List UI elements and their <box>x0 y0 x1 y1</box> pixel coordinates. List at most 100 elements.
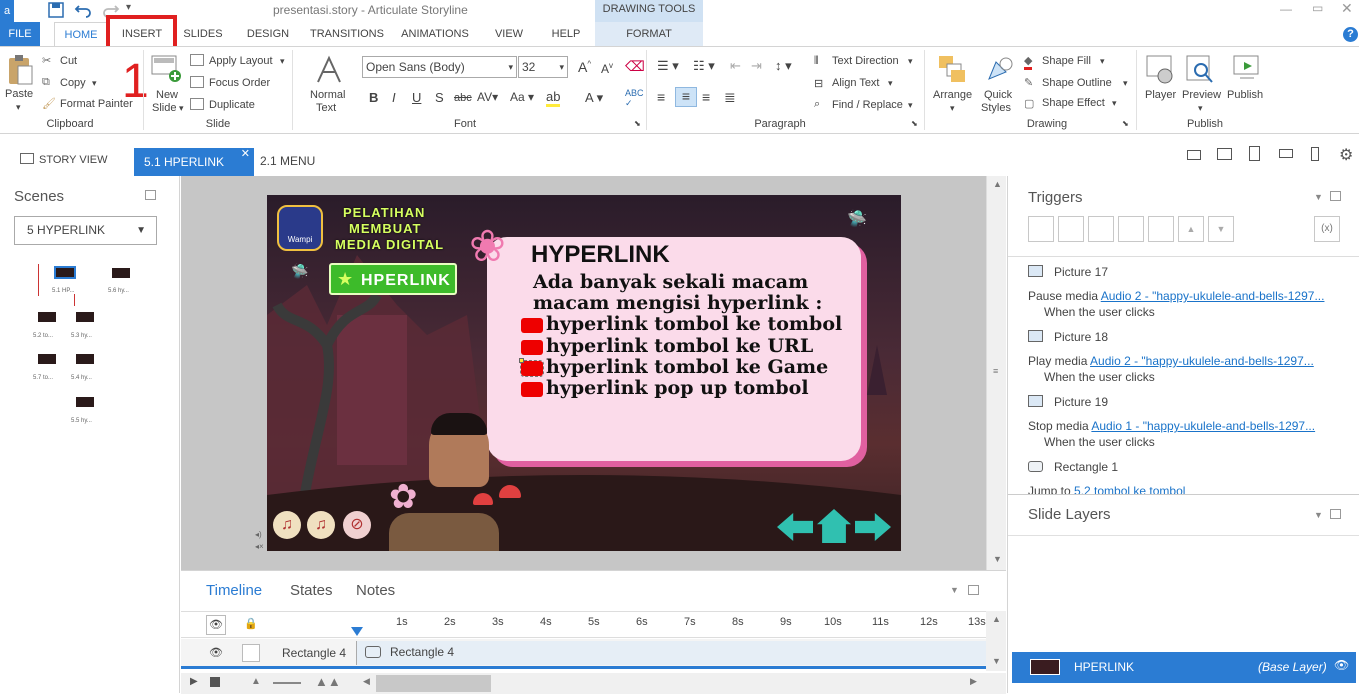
highlight-color-icon[interactable]: ab <box>546 89 561 107</box>
timeline-dropdown-icon[interactable]: ▼ <box>950 585 959 595</box>
list-bullet-selected[interactable] <box>520 360 544 377</box>
lock-toggle[interactable] <box>242 644 260 662</box>
play-media-button[interactable]: ♫ <box>307 511 335 539</box>
scene-select[interactable]: 5 HYPERLINK ▼ <box>14 216 157 245</box>
list-item-4[interactable]: hyperlink pop up tombol <box>546 377 809 399</box>
align-center-icon[interactable]: ≡ <box>675 87 697 107</box>
list-bullet[interactable] <box>521 382 543 397</box>
duplicate-button[interactable]: Duplicate <box>209 99 255 111</box>
quick-access-dropdown-icon[interactable]: ▾ <box>126 2 131 13</box>
tab-slides[interactable]: SLIDES <box>178 22 228 46</box>
list-bullet[interactable] <box>521 318 543 333</box>
paragraph-dialog-launcher-icon[interactable]: ⬊ <box>911 119 918 128</box>
tab-timeline[interactable]: Timeline <box>206 582 262 599</box>
scroll-down-icon[interactable]: ▼ <box>993 554 1002 564</box>
tab-view[interactable]: VIEW <box>488 22 530 46</box>
quick-styles-icon[interactable] <box>984 54 1014 84</box>
eye-icon[interactable]: 👁 <box>1334 658 1349 672</box>
align-text-button[interactable]: Align Text <box>832 77 880 89</box>
publish-button[interactable]: Publish <box>1227 89 1263 101</box>
trigger-object[interactable]: Picture 18 <box>1054 330 1108 344</box>
normal-text-label2[interactable]: Text <box>316 102 336 114</box>
find-replace-dropdown-icon[interactable]: ▾ <box>908 100 913 111</box>
trigger-target-link[interactable]: 5.2 tombol ke tombol <box>1074 484 1185 494</box>
cut-button[interactable]: Cut <box>60 55 77 67</box>
laptop-view-icon[interactable] <box>1187 150 1201 160</box>
edit-trigger-icon[interactable] <box>1058 216 1084 242</box>
trigger-action[interactable]: Pause media Audio 2 - "happy-ukulele-and… <box>1028 289 1324 303</box>
trigger-object[interactable]: Rectangle 1 <box>1054 460 1118 474</box>
list-item-2[interactable]: hyperlink tombol ke URL <box>546 335 813 357</box>
horizontal-scroll-thumb[interactable] <box>376 675 491 692</box>
tab-states[interactable]: States <box>290 582 333 599</box>
stop-icon[interactable] <box>210 677 220 687</box>
drawing-dialog-launcher-icon[interactable]: ⬊ <box>1122 119 1129 128</box>
scene-thumb[interactable] <box>112 268 130 278</box>
apply-layout-button[interactable]: Apply Layout <box>209 55 273 67</box>
scroll-down-icon[interactable]: ▼ <box>992 656 1001 666</box>
scene-thumb[interactable] <box>76 312 94 322</box>
tab-format[interactable]: FORMAT <box>595 22 703 46</box>
triggers-dropdown-icon[interactable]: ▼ <box>1314 192 1323 202</box>
tablet-landscape-icon[interactable] <box>1279 149 1293 158</box>
bold-icon[interactable]: B <box>369 90 378 105</box>
tab-home[interactable]: HOME <box>54 22 108 47</box>
trigger-target-link[interactable]: Audio 2 - "happy-ukulele-and-bells-1297.… <box>1090 354 1314 368</box>
tab-active-slide[interactable]: 5.1 HPERLINK ✕ <box>134 148 254 176</box>
player-icon[interactable] <box>1145 54 1175 86</box>
list-item-3[interactable]: hyperlink tombol ke Game <box>546 356 828 378</box>
panel-collapse-icon[interactable] <box>968 585 979 595</box>
trigger-object[interactable]: Picture 19 <box>1054 395 1108 409</box>
justify-icon[interactable]: ≣ <box>724 89 736 106</box>
shape-outline-dropdown-icon[interactable]: ▾ <box>1123 78 1128 89</box>
increase-indent-icon[interactable]: ⇥ <box>751 58 762 74</box>
restore-icon[interactable]: ▭ <box>1312 1 1323 15</box>
zoom-in-icon[interactable]: ▲▲ <box>315 674 341 689</box>
eye-icon[interactable]: 👁 <box>206 615 226 635</box>
horizontal-scroll-left-icon[interactable]: ◀ <box>363 676 370 687</box>
move-up-icon[interactable]: ▲ <box>1178 216 1204 242</box>
player-button[interactable]: Player <box>1145 89 1176 101</box>
tab-other-slide[interactable]: 2.1 MENU <box>260 154 315 168</box>
phone-view-icon[interactable] <box>1311 147 1319 161</box>
scene-thumb[interactable] <box>76 354 94 364</box>
layers-dropdown-icon[interactable]: ▼ <box>1314 510 1323 520</box>
shape-fill-button[interactable]: Shape Fill <box>1042 55 1091 67</box>
font-size-select[interactable]: 32 ▾ <box>518 56 568 78</box>
timeline-bar[interactable]: Rectangle 4 <box>356 641 986 665</box>
grow-font-icon[interactable]: A^ <box>578 59 591 75</box>
trigger-action[interactable]: Jump to 5.2 tombol ke tombol <box>1028 484 1185 494</box>
scroll-up-icon[interactable]: ▲ <box>992 614 1001 624</box>
shape-fill-dropdown-icon[interactable]: ▾ <box>1100 56 1105 67</box>
new-slide-icon[interactable] <box>150 54 182 84</box>
trigger-action[interactable]: Stop media Audio 1 - "happy-ukulele-and-… <box>1028 419 1315 433</box>
bullets-icon[interactable]: ☰ ▾ <box>657 58 679 74</box>
list-bullet[interactable] <box>521 340 543 355</box>
tablet-portrait-icon[interactable] <box>1249 146 1260 161</box>
delete-trigger-icon[interactable] <box>1148 216 1174 242</box>
quick-styles-label2[interactable]: Styles <box>981 102 1011 114</box>
zoom-out-icon[interactable]: ▲ <box>251 676 261 687</box>
font-family-select[interactable]: Open Sans (Body) ▾ <box>362 56 517 78</box>
preview-icon[interactable] <box>1185 54 1215 86</box>
find-replace-button[interactable]: Find / Replace <box>832 99 903 111</box>
character-spacing-icon[interactable]: AV▾ <box>477 90 498 104</box>
line-spacing-icon[interactable]: ↕ ▾ <box>775 58 792 74</box>
trigger-object[interactable]: Picture 17 <box>1054 265 1108 279</box>
tab-animations[interactable]: ANIMATIONS <box>396 22 474 46</box>
move-down-icon[interactable]: ▼ <box>1208 216 1234 242</box>
tab-design[interactable]: DESIGN <box>240 22 296 46</box>
new-slide-label2[interactable]: Slide <box>152 102 176 114</box>
text-direction-button[interactable]: Text Direction <box>832 55 899 67</box>
pause-media-button[interactable]: ♫ <box>273 511 301 539</box>
close-icon[interactable]: ✕ <box>1341 0 1353 17</box>
strikethrough-icon[interactable]: abc <box>454 92 472 104</box>
copy-button[interactable]: Copy <box>60 77 86 89</box>
font-dialog-launcher-icon[interactable]: ⬊ <box>634 119 641 128</box>
base-layer-row[interactable]: HPERLINK (Base Layer) 👁 <box>1012 652 1356 683</box>
arrange-icon[interactable] <box>937 54 967 84</box>
decrease-indent-icon[interactable]: ⇤ <box>730 58 741 74</box>
close-tab-icon[interactable]: ✕ <box>241 140 250 168</box>
new-slide-label1[interactable]: New <box>156 89 178 101</box>
scroll-thumb[interactable]: ≡ <box>993 366 998 376</box>
